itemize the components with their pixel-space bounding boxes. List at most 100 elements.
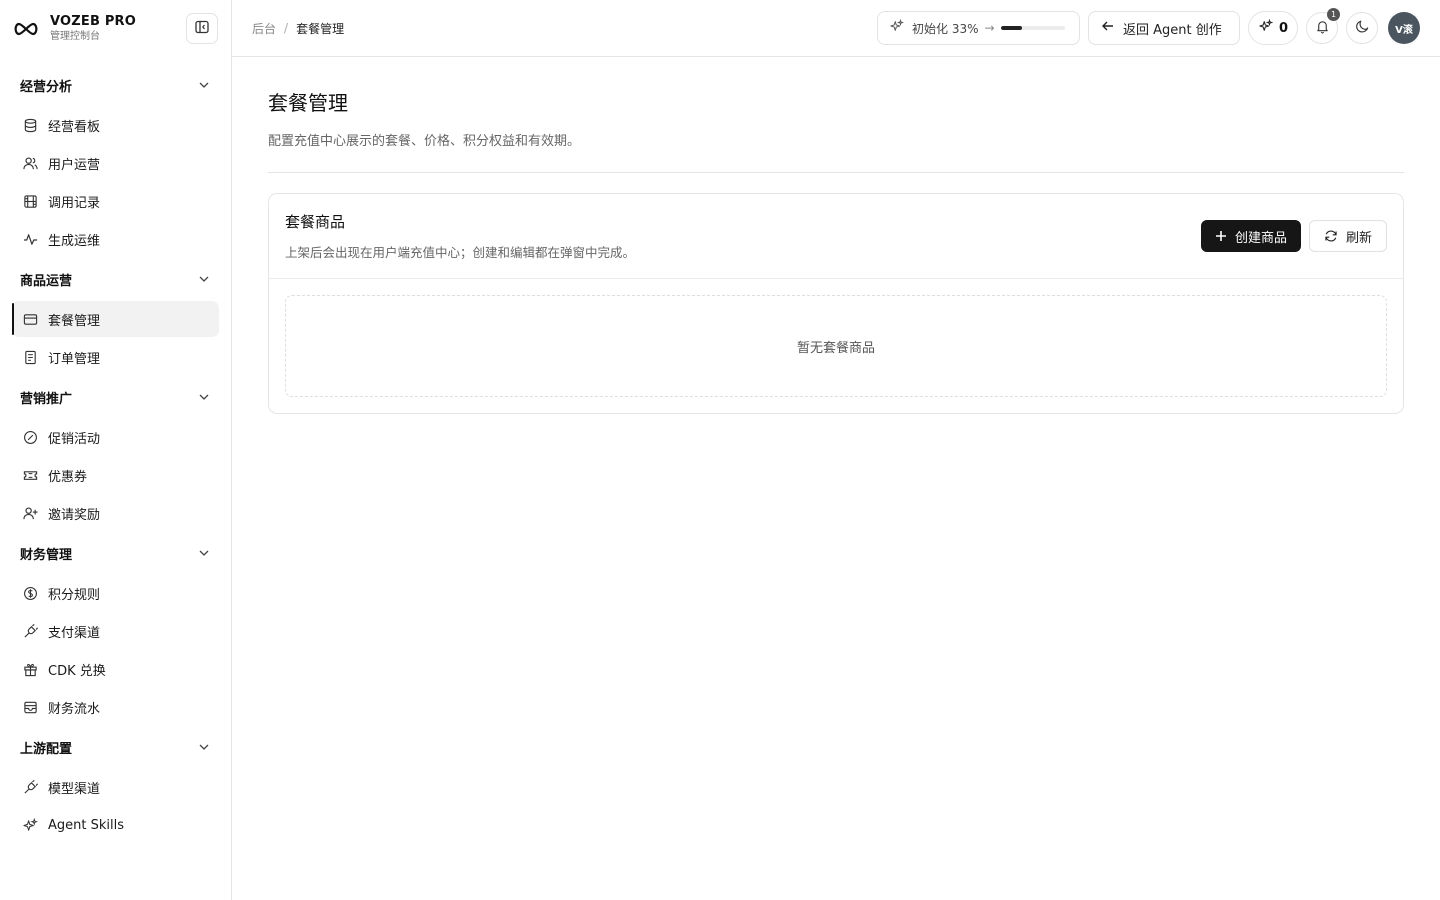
packages-card: 套餐商品 上架后会出现在用户端充值中心；创建和编辑都在弹窗中完成。 创建商品 刷… [268,193,1404,414]
sidebar-item-label: 套餐管理 [48,313,101,329]
empty-state: 暂无套餐商品 [285,295,1387,397]
refresh-icon [1324,229,1338,243]
sidebar-item-label: 财务流水 [48,701,101,717]
nav-group-label: 商品运营 [20,273,73,289]
chevron-down-icon [197,78,211,92]
nav-group-finance[interactable]: 财务管理 [0,533,231,573]
breadcrumb-root-link[interactable]: 后台 [252,20,276,37]
sidebar-item-cdk[interactable]: CDK 兑换 [12,651,219,687]
chevron-down-icon [197,546,211,560]
sidebar-nav: 经营分析 经营看板 用户运营 调用记录 生成运维 商品运营 套餐管理 订单管理 … [0,57,231,843]
chevron-down-icon [197,272,211,286]
sidebar-item-label: CDK 兑换 [48,663,106,679]
sidebar-item-credit-rules[interactable]: 积分规则 [12,575,219,611]
sidebar-item-model-channels[interactable]: 模型渠道 [12,769,219,805]
card-icon [22,311,38,327]
card-title: 套餐商品 [285,213,346,231]
brand: VOZEB PRO 管理控制台 [0,0,231,57]
create-product-button[interactable]: 创建商品 [1200,220,1301,252]
page-title: 套餐管理 [268,91,348,115]
chevron-down-icon [197,390,211,404]
notification-badge: 1 [1327,8,1340,21]
sparkles-icon [22,817,38,833]
back-to-agent-button[interactable]: 返回 Agent 创作 [1088,11,1240,45]
ticket-icon [22,467,38,483]
sidebar-item-promotions[interactable]: 促销活动 [12,419,219,455]
sidebar-item-packages[interactable]: 套餐管理 [12,301,219,337]
film-icon [22,193,38,209]
sidebar-item-ledger[interactable]: 财务流水 [12,689,219,725]
page-description: 配置充值中心展示的套餐、价格、积分权益和有效期。 [268,134,581,149]
dollar-circle-icon [22,585,38,601]
nav-group-analytics[interactable]: 经营分析 [0,65,231,105]
nav-group-upstream[interactable]: 上游配置 [0,727,231,767]
create-product-label: 创建商品 [1234,230,1287,246]
sidebar-item-call-records[interactable]: 调用记录 [12,183,219,219]
moon-icon [1355,19,1370,38]
refresh-label: 刷新 [1345,230,1372,246]
database-icon [22,117,38,133]
avatar[interactable]: V滚 [1388,12,1420,44]
card-description: 上架后会出现在用户端充值中心；创建和编辑都在弹窗中完成。 [285,245,636,260]
progress-bar [1000,26,1065,30]
sidebar-item-label: 订单管理 [48,351,101,367]
sidebar-item-label: 模型渠道 [48,781,101,797]
nav-group-label: 财务管理 [20,547,73,563]
sidebar-item-label: 用户运营 [48,157,101,173]
plug-icon [22,623,38,639]
refresh-button[interactable]: 刷新 [1308,220,1387,252]
topbar-actions: 初始化 33% → 返回 Agent 创作 0 1 V滚 [869,8,1420,45]
collapse-sidebar-button[interactable] [186,13,218,44]
nav-group-marketing[interactable]: 营销推广 [0,377,231,417]
credits-value: 0 [1279,20,1289,36]
sidebar: VOZEB PRO 管理控制台 经营分析 经营看板 用户运营 调用记录 生成运维… [0,0,232,900]
sidebar-item-generation-ops[interactable]: 生成运维 [12,221,219,257]
theme-toggle-button[interactable] [1346,12,1378,44]
nav-group-label: 上游配置 [20,741,73,757]
setup-progress-button[interactable]: 初始化 33% → [877,11,1080,45]
arrow-left-icon [1101,19,1115,37]
plus-icon [1215,230,1227,242]
packages-card-body: 暂无套餐商品 [269,279,1403,413]
sidebar-item-label: 支付渠道 [48,625,101,641]
user-plus-icon [22,505,38,521]
divider [268,172,1404,173]
breadcrumb: 后台 / 套餐管理 [252,20,344,37]
empty-state-text: 暂无套餐商品 [796,340,875,356]
notifications-button[interactable]: 1 [1306,8,1340,44]
page-content: 套餐管理 配置充值中心展示的套餐、价格、积分权益和有效期。 套餐商品 上架后会出… [232,57,1440,414]
document-icon [22,349,38,365]
sidebar-item-label: 邀请奖励 [48,507,101,523]
badge-percent-icon [22,429,38,445]
main-area: 后台 / 套餐管理 初始化 33% → 返回 Agent 创作 0 1 V滚 套… [232,0,1440,900]
sidebar-item-payment-channels[interactable]: 支付渠道 [12,613,219,649]
activity-icon [22,231,38,247]
panel-left-icon [195,20,209,38]
sidebar-item-label: 生成运维 [48,233,101,249]
sidebar-item-label: 积分规则 [48,587,101,603]
infinity-logo-icon [12,19,40,39]
sidebar-item-dashboard[interactable]: 经营看板 [12,107,219,143]
sidebar-item-agent-skills[interactable]: Agent Skills [12,807,219,843]
sidebar-item-coupons[interactable]: 优惠券 [12,457,219,493]
brand-subtitle: 管理控制台 [50,30,100,42]
sparkles-icon [1259,18,1274,37]
plug-icon [22,779,38,795]
packages-card-header: 套餐商品 上架后会出现在用户端充值中心；创建和编辑都在弹窗中完成。 创建商品 刷… [269,194,1403,279]
nav-group-products[interactable]: 商品运营 [0,259,231,299]
sidebar-item-users[interactable]: 用户运营 [12,145,219,181]
nav-group-label: 经营分析 [20,79,73,95]
breadcrumb-current: 套餐管理 [296,21,345,36]
sidebar-item-referral[interactable]: 邀请奖励 [12,495,219,531]
nav-group-label: 营销推广 [20,391,73,407]
topbar: 后台 / 套餐管理 初始化 33% → 返回 Agent 创作 0 1 V滚 [232,0,1440,57]
credits-button[interactable]: 0 [1248,11,1298,45]
sidebar-item-label: 优惠券 [48,469,88,485]
chevron-down-icon [197,740,211,754]
sidebar-item-orders[interactable]: 订单管理 [12,339,219,375]
brand-title: VOZEB PRO [50,14,137,30]
back-to-agent-label: 返回 Agent 创作 [1123,22,1222,38]
progress-label: 初始化 33% [912,21,979,36]
bell-icon [1315,19,1330,38]
card-actions: 创建商品 刷新 [1200,220,1387,252]
